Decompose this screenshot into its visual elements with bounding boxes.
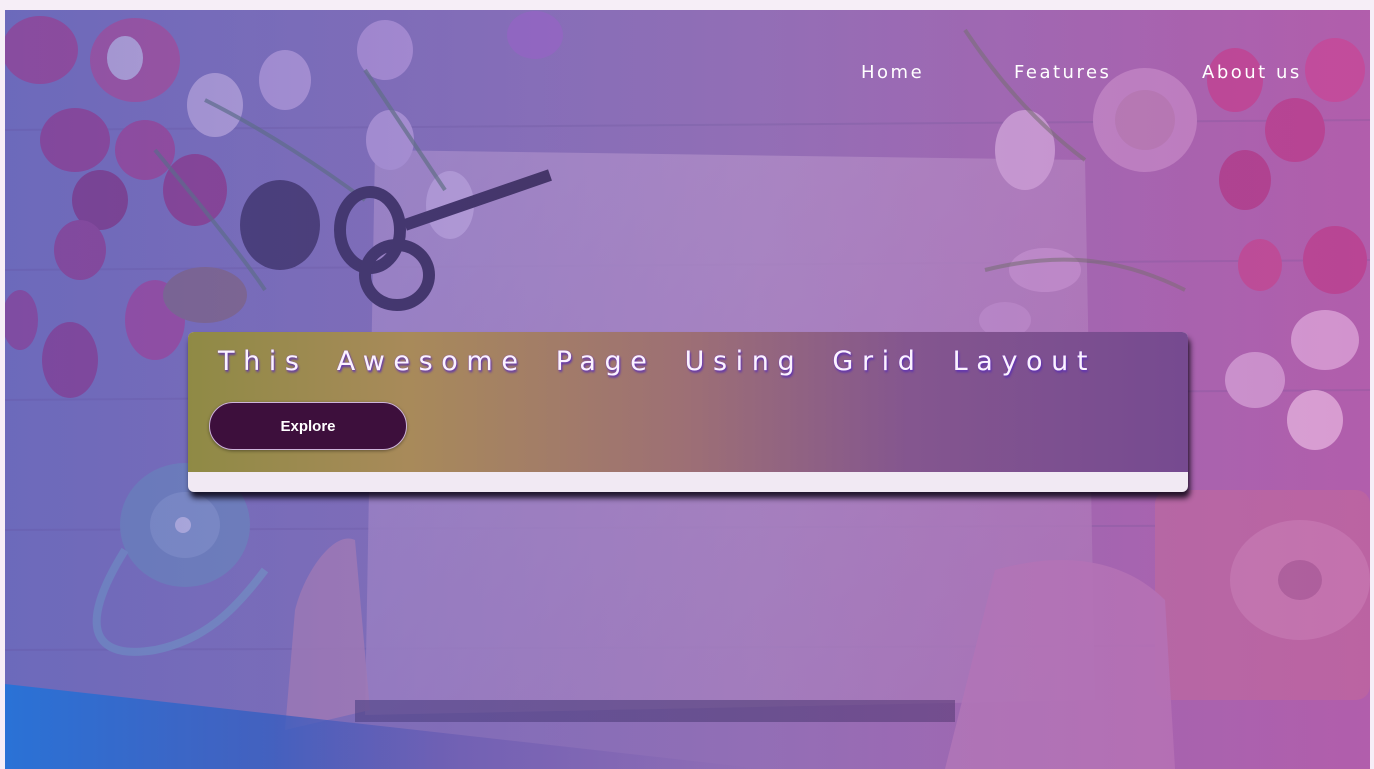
hero-title: This Awesome Page Using Grid Layout [218, 346, 1097, 377]
page-frame: Home Features About us This Awesome Page… [5, 10, 1370, 769]
hero-card: This Awesome Page Using Grid Layout Expl… [188, 332, 1188, 492]
hero-card-content: This Awesome Page Using Grid Layout Expl… [188, 332, 1188, 472]
explore-button[interactable]: Explore [209, 402, 407, 450]
nav-features-link[interactable]: Features [1014, 62, 1111, 83]
nav-home-link[interactable]: Home [861, 62, 924, 83]
nav-about-us-link[interactable]: About us [1202, 62, 1302, 83]
